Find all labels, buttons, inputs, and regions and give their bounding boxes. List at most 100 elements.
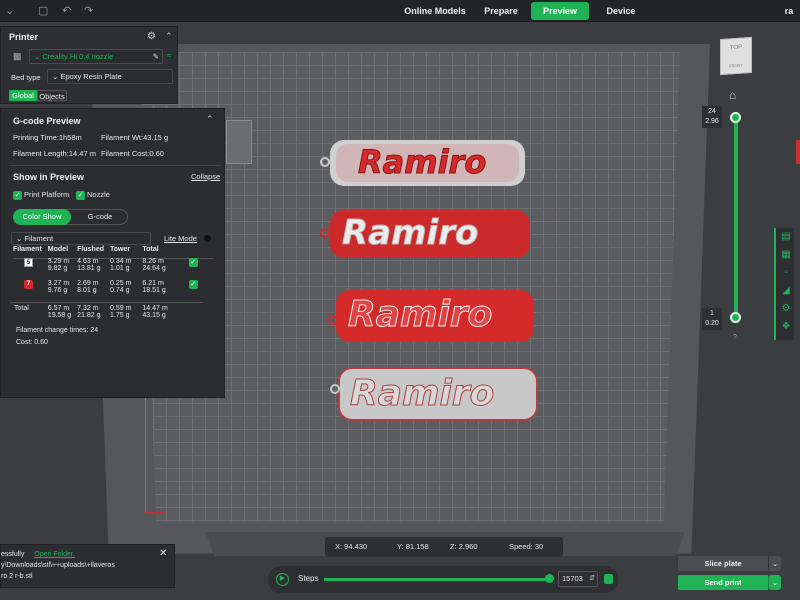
bottom-layer-height: 0.20	[705, 320, 719, 327]
steps-input[interactable]: 15703 ⇵	[558, 571, 598, 587]
tab-online-models[interactable]: Online Models	[398, 2, 472, 20]
slice-icon[interactable]: ▫	[779, 266, 793, 280]
menu-chevron-icon[interactable]: ⌄	[5, 4, 14, 17]
undo-icon[interactable]: ↶	[62, 4, 71, 17]
edit-icon[interactable]: ✎	[153, 50, 159, 63]
steps-slider-handle[interactable]	[545, 574, 554, 583]
nozzle-label: Nozzle	[87, 190, 110, 199]
lite-mode-toggle[interactable]	[204, 235, 211, 242]
collapse-up-icon[interactable]: ⌃	[206, 114, 214, 125]
cylinder-icon[interactable]	[604, 574, 613, 584]
keyring-hole	[320, 157, 330, 167]
open-folder-link[interactable]: Open Folder.	[34, 551, 74, 558]
send-print-button[interactable]: Send print	[678, 575, 768, 590]
printer-title: Printer	[9, 32, 39, 42]
layers-icon[interactable]: ▤	[779, 230, 793, 244]
model-text: Ramiro	[341, 213, 479, 254]
keychain-4[interactable]: Ramiro	[338, 367, 538, 421]
printer-select[interactable]: ⌄ Creality Hi 0.4 nozzle ✎	[29, 49, 163, 64]
column-header: Tower	[110, 246, 131, 253]
layer-slider-track[interactable]	[734, 112, 738, 318]
column-header: Flushed	[77, 246, 104, 253]
model-text: Ramiro	[349, 373, 495, 415]
y-coordinate: Y: 81.158	[397, 542, 429, 551]
filament-visible-checkbox[interactable]: ✓	[188, 280, 198, 289]
table-cell: 9.82 g	[47, 265, 68, 272]
printer-settings-icon[interactable]: ⚙	[147, 31, 156, 42]
table-cell: 8.01 g	[77, 287, 97, 294]
printer-panel: Printer ⚙ ⌃ ▩ ⌄ Creality Hi 0.4 nozzle ✎…	[0, 26, 178, 104]
slice-options-chevron-icon[interactable]: ⌄	[768, 556, 781, 571]
table-cell: 7.32 m	[77, 304, 99, 312]
keyring-hole	[330, 384, 340, 394]
notification-text: essfully	[1, 551, 25, 558]
play-icon[interactable]: ▶	[276, 573, 289, 586]
x-axis-line	[145, 512, 165, 513]
close-icon[interactable]: ✕	[159, 548, 167, 559]
filament-cost: Filament Cost:0.60	[101, 149, 164, 158]
notification-filename: ro 2 r-b.stl	[1, 573, 33, 580]
tab-device[interactable]: Device	[597, 2, 645, 20]
table-cell: 1.75 g	[110, 311, 130, 319]
tab-global[interactable]: Global	[9, 90, 37, 101]
filament-visible-checkbox[interactable]: ✓	[188, 258, 198, 267]
gcode-title: G-code Preview	[13, 116, 81, 126]
table-cell: 14.47 m	[142, 304, 168, 312]
user-name[interactable]: ra	[778, 2, 800, 20]
notification-path: y\Downloads\stl\++uploads\+llaveros	[1, 562, 115, 569]
prime-tower	[226, 120, 252, 164]
tab-preview[interactable]: Preview	[531, 2, 589, 20]
top-layer-label: 24 2.96	[702, 106, 722, 128]
view-cube-top: TOP	[729, 44, 743, 52]
measure-icon[interactable]: ◢	[779, 284, 793, 298]
table-row: 7 3.27 m 9.76 g 2.69 m 8.01 g 0.25 m 0.74 g…	[10, 280, 203, 302]
spinner-icon[interactable]: ⇵	[589, 572, 595, 586]
tab-gcode[interactable]: G-code	[73, 209, 127, 225]
filament-dropdown[interactable]: ⌄ Filament	[11, 232, 151, 245]
table-cell: 4.63 m	[77, 258, 99, 265]
collapse-link[interactable]: Collapse	[191, 172, 220, 181]
layer-slider-top-handle[interactable]	[730, 112, 741, 123]
position-status-bar: X: 94.430 Y: 81.158 Z: 2.960 Speed: 30	[325, 537, 563, 557]
table-cell: 6.57 m	[47, 304, 70, 312]
filament-change-times: Filament change times: 24	[16, 327, 99, 334]
keyring-hole	[320, 228, 330, 238]
settings-icon[interactable]: ⚙	[779, 302, 793, 316]
table-cell: 0.74 g	[110, 287, 130, 294]
bed-type-select[interactable]: ⌄ Epoxy Resin Plate	[47, 69, 173, 84]
tab-prepare[interactable]: Prepare	[478, 2, 524, 20]
export-notification: essfully Open Folder. y\Downloads\stl\++…	[0, 544, 175, 588]
bottom-layer-number: 1	[710, 310, 714, 317]
tab-color-show[interactable]: Color Show	[13, 209, 71, 225]
send-options-chevron-icon[interactable]: ⌄	[768, 575, 781, 590]
keychain-2[interactable]: Ramiro	[330, 210, 530, 258]
model-text: Ramiro	[357, 143, 487, 182]
steps-bar: ▶ Steps 15703 ⇵	[268, 566, 618, 593]
steps-label: Steps	[298, 574, 319, 583]
print-platform-checkbox[interactable]: ✓ Print Platform	[13, 190, 69, 200]
nozzle-checkbox[interactable]: ✓ Nozzle	[76, 190, 110, 200]
lite-mode-link[interactable]: Lite Mode	[164, 234, 197, 243]
speed-value: Speed: 30	[509, 542, 544, 551]
save-icon[interactable]: ▢	[38, 4, 48, 17]
steps-slider-track[interactable]	[324, 574, 554, 583]
keychain-3[interactable]: Ramiro	[336, 290, 534, 342]
printer-name: Creality Hi 0.4 nozzle	[42, 52, 114, 61]
total-label: Total	[14, 304, 29, 312]
arrange-icon[interactable]: ❖	[779, 320, 793, 334]
z-coordinate: Z: 2.960	[450, 542, 478, 551]
keychain-1[interactable]: Ramiro	[330, 140, 525, 186]
grid-view-icon[interactable]: ▦	[779, 248, 793, 262]
home-icon[interactable]: ⌂	[729, 88, 736, 102]
printer-icon: ▩	[13, 51, 22, 61]
redo-icon[interactable]: ↷	[84, 4, 93, 17]
tab-objects[interactable]: Objects	[37, 90, 67, 101]
help-icon[interactable]: ?	[733, 334, 737, 341]
slice-plate-button[interactable]: Slice plate	[678, 556, 768, 571]
view-cube[interactable]: TOP FRONT	[720, 36, 752, 76]
table-cell: 21.82 g	[77, 311, 101, 319]
filament-dropdown-value: Filament	[24, 234, 54, 243]
table-cell: 3.29 m	[47, 258, 70, 265]
layer-slider-bottom-handle[interactable]	[730, 312, 741, 323]
collapse-up-icon[interactable]: ⌃	[165, 31, 173, 42]
